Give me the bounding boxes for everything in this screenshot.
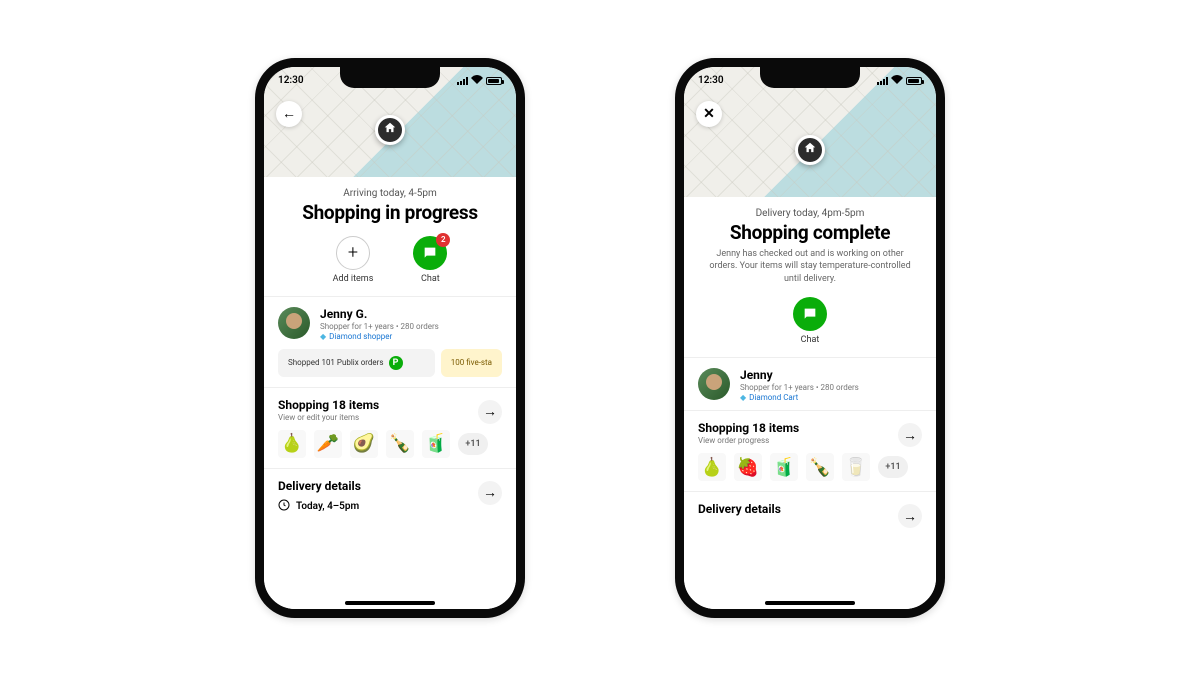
item-thumb[interactable]: 🥑 (350, 430, 378, 458)
add-items-label: Add items (333, 274, 374, 284)
status-indicators (877, 75, 922, 87)
progress-steps (684, 197, 936, 198)
content-scroll[interactable]: Delivery today, 4pm-5pm Shopping complet… (684, 197, 936, 609)
shopper-info[interactable]: Jenny G. Shopper for 1+ years • 280 orde… (264, 297, 516, 349)
item-thumb[interactable]: 🍐 (698, 453, 726, 481)
item-thumb[interactable]: 🍓 (734, 453, 762, 481)
chat-icon (793, 297, 827, 331)
chip-label: Shopped 101 Publix orders (288, 358, 384, 367)
delivery-time-row: Today, 4–5pm (278, 499, 502, 514)
shopper-badges-row: Shopped 101 Publix orders P 100 five-sta (264, 349, 516, 387)
items-thumbnails: 🍐 🍓 🧃 🍾 🥛 +11 (698, 453, 922, 481)
item-thumb[interactable]: 🧃 (770, 453, 798, 481)
close-button[interactable]: ✕ (696, 101, 722, 127)
shopping-items-section[interactable]: Shopping 18 items View order progress → … (684, 411, 936, 491)
plus-icon: + (336, 236, 370, 270)
status-card: Delivery today, 4pm-5pm Shopping complet… (684, 197, 936, 527)
shopper-name: Jenny G. (320, 307, 439, 321)
delivery-location-marker[interactable] (375, 115, 405, 145)
phone-notch (340, 66, 440, 88)
arrow-right-icon[interactable]: → (898, 504, 922, 528)
item-thumb[interactable]: 🥕 (314, 430, 342, 458)
chip-five-star[interactable]: 100 five-sta (441, 349, 502, 377)
shopper-info[interactable]: Jenny Shopper for 1+ years • 280 orders … (684, 358, 936, 410)
chat-icon: 2 (413, 236, 447, 270)
content-scroll[interactable]: Arriving today, 4-5pm Shopping in progre… (264, 177, 516, 609)
signal-icon (877, 77, 888, 85)
delivery-time-text: Today, 4–5pm (296, 501, 359, 512)
progress-steps (264, 177, 516, 178)
status-headline: Shopping in progress (264, 201, 516, 224)
phone-right: 12:30 ✕ Delivery today, 4pm (675, 58, 945, 618)
chip-label: 100 five-sta (451, 358, 492, 367)
shopping-items-section[interactable]: Shopping 18 items View or edit your item… (264, 388, 516, 468)
item-thumb[interactable]: 🥛 (842, 453, 870, 481)
status-card: Arriving today, 4-5pm Shopping in progre… (264, 177, 516, 524)
shopper-avatar (278, 307, 310, 339)
status-subtext: Jenny has checked out and is working on … (684, 244, 936, 286)
action-buttons-row: Chat (684, 297, 936, 357)
status-indicators (457, 75, 502, 87)
back-button[interactable]: ← (276, 101, 302, 127)
arrival-text: Delivery today, 4pm-5pm (684, 208, 936, 219)
wifi-icon (891, 75, 903, 87)
status-headline: Shopping complete (684, 221, 936, 244)
chat-label: Chat (801, 335, 820, 345)
item-thumb[interactable]: 🍾 (806, 453, 834, 481)
home-indicator[interactable] (345, 601, 435, 605)
shopper-meta: Shopper for 1+ years • 280 orders (320, 322, 439, 331)
arrival-text: Arriving today, 4-5pm (264, 188, 516, 199)
arrow-right-icon[interactable]: → (478, 481, 502, 505)
close-icon: ✕ (703, 106, 715, 122)
arrow-right-icon[interactable]: → (478, 400, 502, 424)
delivery-details-section[interactable]: Delivery details → (684, 492, 936, 526)
chat-button[interactable]: Chat (793, 297, 827, 345)
items-thumbnails: 🍐 🥕 🥑 🍾 🧃 +11 (278, 430, 502, 458)
publix-logo-icon: P (389, 356, 403, 370)
signal-icon (457, 77, 468, 85)
home-icon (803, 140, 817, 159)
home-icon (383, 120, 397, 139)
delivery-details-section[interactable]: Delivery details → Today, 4–5pm (264, 469, 516, 524)
items-subtitle: View or edit your items (278, 413, 502, 422)
shopper-text: Jenny Shopper for 1+ years • 280 orders … (740, 368, 859, 402)
clock-icon (278, 499, 290, 514)
items-title: Shopping 18 items (698, 421, 922, 435)
battery-icon (906, 77, 922, 85)
more-items-badge[interactable]: +11 (878, 456, 908, 478)
delivery-title: Delivery details (278, 479, 502, 493)
chat-badge: 2 (436, 233, 450, 247)
items-subtitle: View order progress (698, 436, 922, 445)
delivery-location-marker[interactable] (795, 135, 825, 165)
items-title: Shopping 18 items (278, 398, 502, 412)
phone-left: 12:30 ← Arriving today, 4-5 (255, 58, 525, 618)
shopper-name: Jenny (740, 368, 859, 382)
shopper-text: Jenny G. Shopper for 1+ years • 280 orde… (320, 307, 439, 341)
chat-label: Chat (421, 274, 440, 284)
shopper-tier: Diamond shopper (320, 332, 439, 341)
home-indicator[interactable] (765, 601, 855, 605)
chat-button[interactable]: 2 Chat (413, 236, 447, 284)
add-items-button[interactable]: + Add items (333, 236, 374, 284)
item-thumb[interactable]: 🧃 (422, 430, 450, 458)
status-time: 12:30 (698, 75, 724, 86)
chip-shopped-orders[interactable]: Shopped 101 Publix orders P (278, 349, 435, 377)
shopper-meta: Shopper for 1+ years • 280 orders (740, 383, 859, 392)
wifi-icon (471, 75, 483, 87)
battery-icon (486, 77, 502, 85)
delivery-title: Delivery details (698, 502, 922, 516)
item-thumb[interactable]: 🍾 (386, 430, 414, 458)
phone-notch (760, 66, 860, 88)
shopper-tier: Diamond Cart (740, 393, 859, 402)
back-arrow-icon: ← (282, 105, 296, 122)
item-thumb[interactable]: 🍐 (278, 430, 306, 458)
shopper-avatar (698, 368, 730, 400)
action-buttons-row: + Add items 2 Chat (264, 236, 516, 296)
status-time: 12:30 (278, 75, 304, 86)
more-items-badge[interactable]: +11 (458, 433, 488, 455)
